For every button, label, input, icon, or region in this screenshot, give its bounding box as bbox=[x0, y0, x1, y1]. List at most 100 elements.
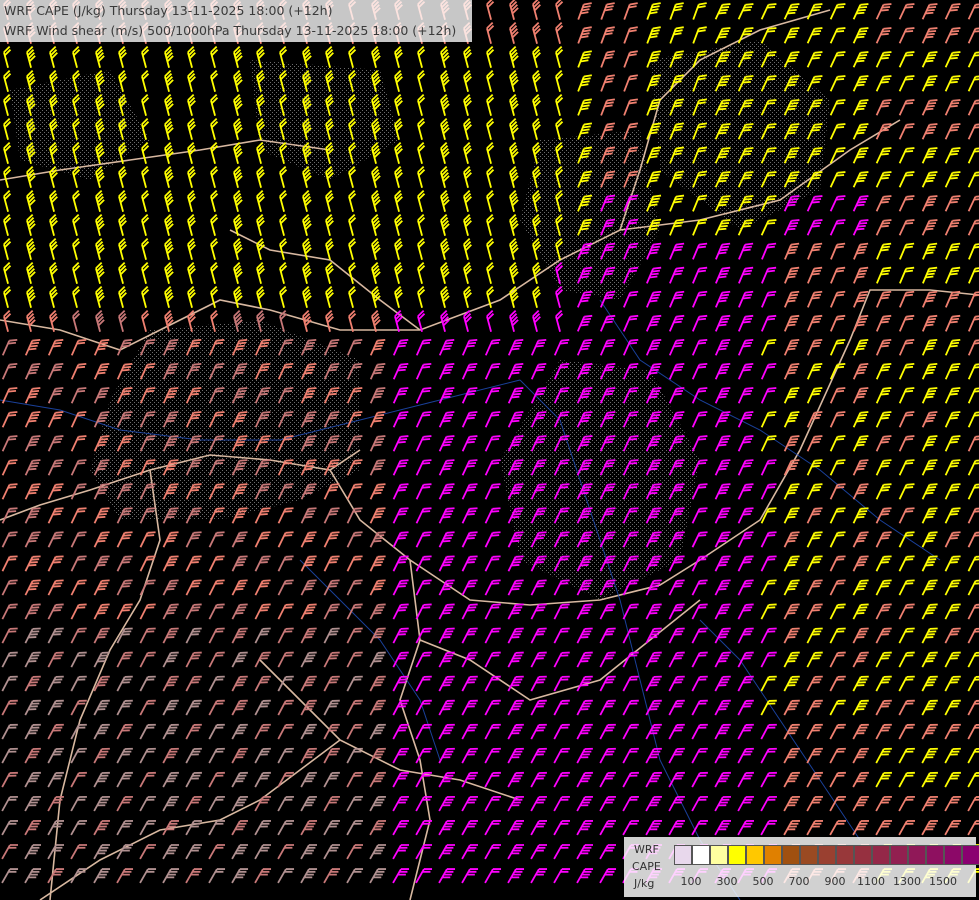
wind-barb bbox=[254, 531, 271, 548]
wind-barb bbox=[346, 723, 363, 740]
wind-barb bbox=[118, 165, 127, 188]
wind-barb bbox=[254, 603, 271, 620]
wind-barb bbox=[486, 261, 495, 284]
wind-barb bbox=[806, 338, 823, 356]
wind-barb bbox=[70, 627, 87, 644]
wind-barb bbox=[875, 795, 892, 812]
wind-barb bbox=[484, 603, 501, 620]
wind-barb bbox=[392, 555, 409, 572]
wind-barb bbox=[302, 261, 312, 284]
legend-swatch bbox=[944, 845, 962, 865]
wind-barb bbox=[486, 141, 495, 164]
wind-barb bbox=[438, 507, 455, 524]
legend-swatch bbox=[728, 845, 746, 865]
wind-barb bbox=[944, 338, 961, 356]
wind-barb bbox=[254, 579, 271, 596]
wind-barb bbox=[622, 675, 639, 692]
wind-barb bbox=[26, 285, 36, 308]
wind-barb bbox=[187, 165, 196, 188]
wind-barb bbox=[898, 579, 915, 596]
wind-barb bbox=[530, 844, 548, 860]
wind-barb bbox=[47, 459, 64, 476]
wind-barb bbox=[509, 69, 519, 92]
wind-barb bbox=[49, 45, 58, 68]
wind-barb bbox=[484, 531, 501, 548]
wind-barb bbox=[369, 435, 386, 452]
wind-barb bbox=[369, 723, 386, 740]
legend-swatch bbox=[908, 845, 926, 865]
wind-barb bbox=[691, 507, 708, 524]
wind-barb bbox=[692, 26, 707, 44]
wind-barb bbox=[139, 795, 156, 812]
legend-tick-label: 500 bbox=[752, 875, 774, 888]
wind-barb bbox=[371, 237, 381, 260]
wind-barb bbox=[921, 483, 938, 500]
wind-barb bbox=[26, 213, 36, 236]
wind-barb bbox=[162, 771, 179, 788]
wind-barb bbox=[944, 219, 961, 236]
wind-barb bbox=[623, 290, 639, 308]
wind-barb bbox=[185, 627, 202, 644]
wind-barb bbox=[440, 93, 450, 116]
wind-barb bbox=[967, 411, 979, 428]
wind-barb bbox=[783, 338, 800, 356]
wind-barb bbox=[300, 579, 317, 596]
wind-barb bbox=[277, 603, 294, 620]
wind-barb bbox=[118, 261, 127, 284]
wind-barb bbox=[47, 675, 64, 692]
wind-barb bbox=[577, 50, 592, 68]
wind-barb bbox=[369, 411, 386, 428]
wind-barb bbox=[95, 285, 105, 308]
wind-barb bbox=[438, 338, 455, 356]
wind-barb bbox=[853, 242, 869, 260]
wind-barb bbox=[369, 579, 386, 596]
wind-barb bbox=[348, 45, 357, 68]
wind-barb bbox=[277, 723, 294, 740]
wind-barb bbox=[944, 99, 961, 116]
wind-barb bbox=[783, 675, 800, 692]
wind-barb bbox=[852, 171, 869, 188]
wind-barb bbox=[93, 579, 110, 596]
wind-barb bbox=[461, 531, 478, 548]
wind-barb bbox=[93, 507, 110, 524]
wind-barb bbox=[853, 266, 869, 284]
wind-barb bbox=[210, 45, 219, 68]
wind-barb bbox=[300, 507, 317, 524]
wind-barb bbox=[254, 627, 271, 644]
wind-barb bbox=[760, 747, 777, 764]
wind-barb bbox=[369, 387, 386, 404]
wind-barb bbox=[692, 242, 708, 260]
wind-barb bbox=[599, 771, 616, 788]
wind-barb bbox=[24, 387, 41, 404]
wind-barb bbox=[691, 675, 708, 692]
wind-barb bbox=[830, 266, 846, 284]
wind-barb bbox=[461, 411, 478, 428]
wind-barb bbox=[461, 699, 478, 716]
legend-swatch bbox=[746, 845, 764, 865]
wind-barb bbox=[1, 627, 18, 644]
wind-barb bbox=[139, 531, 156, 548]
wind-barb bbox=[440, 165, 450, 188]
wind-barb bbox=[530, 675, 547, 692]
wind-barb bbox=[24, 507, 41, 524]
wind-barb bbox=[392, 338, 409, 356]
wind-barb bbox=[438, 531, 455, 548]
wind-barb bbox=[348, 237, 357, 260]
wind-barb bbox=[233, 261, 243, 284]
wind-barb bbox=[162, 531, 179, 548]
wind-barb bbox=[116, 627, 133, 644]
wind-barb bbox=[875, 195, 892, 212]
wind-barb bbox=[231, 531, 248, 548]
wind-barb bbox=[95, 213, 105, 236]
wind-barb bbox=[806, 459, 823, 476]
wind-barb bbox=[783, 771, 800, 788]
wind-barb bbox=[944, 627, 961, 644]
wind-barb bbox=[348, 213, 357, 236]
wind-barb bbox=[438, 411, 455, 428]
wind-barb bbox=[392, 699, 409, 716]
wind-barb bbox=[323, 820, 340, 836]
cape-stipple-area bbox=[90, 320, 360, 520]
legend-tick-label: 300 bbox=[716, 875, 738, 888]
wind-barb bbox=[921, 675, 938, 692]
wind-barb bbox=[93, 363, 110, 380]
